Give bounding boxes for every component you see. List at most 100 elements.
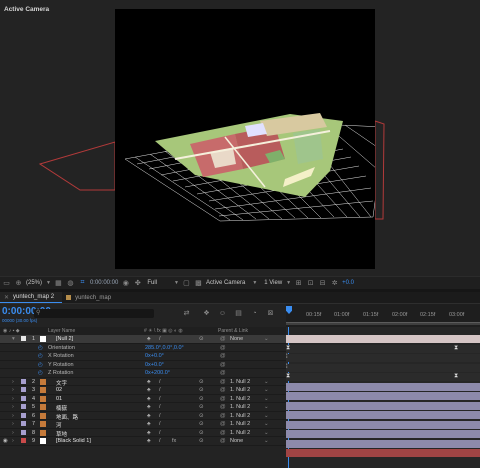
- roi-icon[interactable]: ▢: [182, 279, 191, 287]
- expression-pickwhip-icon[interactable]: @: [220, 370, 226, 376]
- label-color-chip[interactable]: [21, 336, 26, 341]
- layer-name[interactable]: [Black Solid 1]: [56, 438, 91, 444]
- stopwatch-icon[interactable]: ◴: [38, 353, 43, 359]
- pick-whip-icon[interactable]: @: [220, 404, 226, 410]
- toggle-pixel-icon[interactable]: ⊞: [294, 279, 303, 287]
- stopwatch-icon[interactable]: ◴: [38, 370, 43, 376]
- label-color-chip[interactable]: [21, 404, 26, 409]
- property-row[interactable]: ◴ Z Rotation 0x+200.0° @: [0, 369, 286, 378]
- 3d-layer-switch-icon[interactable]: ⊙: [199, 387, 204, 393]
- resolution-dropdown[interactable]: Full: [147, 280, 157, 286]
- quality-switch-icon[interactable]: /: [159, 404, 161, 410]
- property-track[interactable]: ⧗ ⧗: [286, 373, 480, 381]
- grid-icon[interactable]: ▦: [54, 279, 63, 287]
- keyframe-icon[interactable]: ⧗: [454, 345, 458, 352]
- shy-switch-icon[interactable]: ♣: [147, 404, 151, 410]
- parent-dropdown[interactable]: 1. Null 2: [230, 413, 250, 419]
- layer-duration-bar[interactable]: [286, 401, 480, 410]
- quality-switch-icon[interactable]: /: [159, 379, 161, 385]
- pick-whip-icon[interactable]: @: [220, 336, 226, 342]
- quality-switch-icon[interactable]: /: [159, 438, 161, 444]
- layer-row[interactable]: › 4 01 ♣ / ⊙ @1. Null 2 ⌄: [0, 395, 286, 403]
- layer-duration-bar[interactable]: [286, 420, 480, 429]
- expand-chevron-icon[interactable]: ›: [12, 379, 14, 385]
- layer-name[interactable]: 02: [56, 387, 62, 393]
- tab-yuntech-map-2[interactable]: ✕ yuntech_map 2: [0, 292, 63, 303]
- magnification-icon[interactable]: ⊕: [14, 279, 23, 287]
- expand-chevron-icon[interactable]: ›: [12, 413, 14, 419]
- exposure-value[interactable]: +0.0: [342, 280, 354, 286]
- shy-switch-icon[interactable]: ♣: [147, 421, 151, 427]
- pick-whip-icon[interactable]: @: [220, 396, 226, 402]
- layer-row[interactable]: › 5 楠嶽 ♣ / ⊙ @1. Null 2 ⌄: [0, 403, 286, 412]
- 3d-layer-switch-icon[interactable]: ⊙: [199, 404, 204, 410]
- layer-row[interactable]: ◉ › 9 [Black Solid 1] ♣ / fx ⊙ @ None ⌄: [0, 437, 286, 446]
- layer-duration-bar[interactable]: [286, 430, 480, 438]
- shy-switch-icon[interactable]: ♣: [147, 336, 151, 342]
- layer-row[interactable]: › 6 地面、路 ♣ / ⊙ @1. Null 2 ⌄: [0, 412, 286, 421]
- expand-chevron-icon[interactable]: ›: [12, 430, 14, 436]
- view-dropdown[interactable]: Active Camera: [206, 280, 245, 286]
- exposure-icon[interactable]: ✲: [330, 279, 339, 287]
- comp-mini-flowchart-icon[interactable]: ⇄: [182, 309, 191, 318]
- work-area-bar[interactable]: [286, 322, 480, 325]
- layer-duration-bar[interactable]: [286, 439, 480, 448]
- 3d-layer-switch-icon[interactable]: ⊙: [199, 421, 204, 427]
- expression-pickwhip-icon[interactable]: @: [220, 362, 226, 368]
- property-row[interactable]: ◴ X Rotation 0x+0.0° @: [0, 352, 286, 361]
- pick-whip-icon[interactable]: @: [220, 421, 226, 427]
- parent-dropdown[interactable]: 1. Null 2: [230, 404, 250, 410]
- layer-duration-bar[interactable]: [286, 382, 480, 391]
- label-color-chip[interactable]: [21, 438, 26, 443]
- parent-link-column[interactable]: Parent & Link: [218, 328, 248, 334]
- shy-switch-icon[interactable]: ♣: [147, 438, 151, 444]
- expand-chevron-icon[interactable]: ›: [12, 396, 14, 402]
- property-track[interactable]: ⧗ ⧗: [286, 344, 480, 353]
- close-icon[interactable]: ✕: [4, 294, 9, 301]
- draft-3d-icon[interactable]: ❖: [202, 309, 211, 318]
- expression-pickwhip-icon[interactable]: @: [220, 345, 226, 351]
- label-color-chip[interactable]: [21, 412, 26, 418]
- property-track[interactable]: ⁞: [286, 363, 480, 372]
- layer-duration-bar[interactable]: [286, 449, 480, 457]
- motion-blur-icon[interactable]: ◔: [250, 309, 259, 318]
- 3d-layer-switch-icon[interactable]: ⊙: [199, 336, 204, 342]
- timeline-track-area[interactable]: ⧗ ⧗ ⁞ ⁞ ⧗ ⧗: [286, 327, 480, 468]
- 3d-layer-switch-icon[interactable]: ⊙: [199, 413, 204, 419]
- keyframe-icon[interactable]: ⧗: [286, 345, 290, 352]
- current-time-indicator[interactable]: [286, 306, 292, 314]
- transparency-grid-icon[interactable]: ▩: [194, 279, 203, 287]
- property-row[interactable]: ◴ Y Rotation 0x+0.0° @: [0, 360, 286, 369]
- shy-switch-icon[interactable]: ♣: [147, 379, 151, 385]
- views-dropdown[interactable]: 1 View: [264, 280, 282, 286]
- parent-dropdown[interactable]: 1. Null 2: [230, 430, 250, 436]
- pick-whip-icon[interactable]: @: [220, 379, 226, 385]
- 3d-layer-switch-icon[interactable]: ⊙: [199, 396, 204, 402]
- property-row[interactable]: ◴ Orientation 285.0°,0.0°,0.0° @: [0, 343, 286, 352]
- parent-dropdown[interactable]: 1. Null 2: [230, 379, 250, 385]
- region-icon[interactable]: ⌗: [78, 279, 87, 287]
- expression-pickwhip-icon[interactable]: @: [220, 353, 226, 359]
- snapshot-icon[interactable]: ◉: [121, 279, 130, 287]
- label-color-chip[interactable]: [21, 421, 26, 426]
- parent-dropdown[interactable]: None: [230, 336, 243, 342]
- property-value[interactable]: 0x+0.0°: [145, 353, 164, 359]
- keyframe-marker-icon[interactable]: ⁞: [286, 354, 288, 360]
- pick-whip-icon[interactable]: @: [220, 438, 226, 444]
- layer-name[interactable]: 01: [56, 396, 62, 402]
- label-color-chip[interactable]: [21, 429, 26, 435]
- frame-blending-icon[interactable]: ▤: [234, 309, 243, 318]
- quality-switch-icon[interactable]: /: [159, 396, 161, 402]
- pick-whip-icon[interactable]: @: [220, 387, 226, 393]
- shy-switch-icon[interactable]: ♣: [147, 430, 151, 436]
- 3d-layer-switch-icon[interactable]: ⊙: [199, 379, 204, 385]
- expand-chevron-icon[interactable]: ›: [12, 421, 14, 427]
- layer-name-column[interactable]: Layer Name: [48, 328, 75, 334]
- quality-switch-icon[interactable]: /: [159, 430, 161, 436]
- fast-preview-icon[interactable]: ⊟: [318, 279, 327, 287]
- stopwatch-icon[interactable]: ◴: [38, 345, 43, 351]
- layer-row[interactable]: › 8 草地 ♣ / ⊙ @1. Null 2 ⌄: [0, 429, 286, 438]
- property-value[interactable]: 0x+0.0°: [145, 362, 164, 368]
- composition-viewer[interactable]: Active Camera: [0, 0, 480, 276]
- 3d-view-icon[interactable]: ⊡: [306, 279, 315, 287]
